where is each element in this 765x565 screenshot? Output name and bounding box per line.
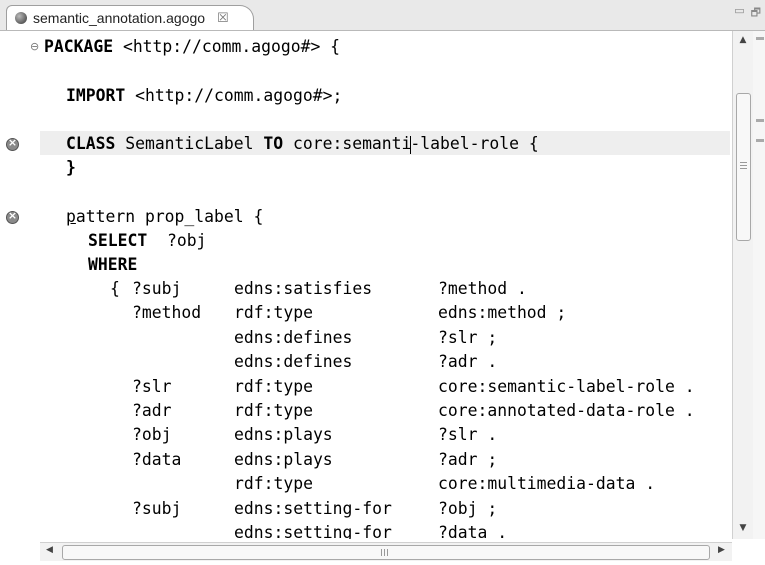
triple-predicate: rdf:type <box>234 474 313 494</box>
triple-object: ?adr . <box>438 352 498 372</box>
scroll-down-icon[interactable]: ▼ <box>733 523 753 533</box>
triple-subject: ?obj <box>132 425 172 445</box>
triple-object: ?obj ; <box>438 498 498 518</box>
code-line-select: SELECT ?obj <box>88 231 207 250</box>
triple-subject: ?subj <box>132 498 182 518</box>
scroll-up-icon[interactable]: ▲ <box>733 35 753 45</box>
triple-predicate: edns:setting-for <box>234 498 392 518</box>
grip-icon <box>740 162 747 163</box>
vertical-scroll-thumb[interactable] <box>736 93 751 241</box>
horizontal-scrollbar[interactable]: ◀ ▶ <box>40 542 732 561</box>
overview-ruler[interactable] <box>753 31 765 539</box>
triple-predicate: edns:plays <box>234 425 333 445</box>
code-line-class-close: } <box>66 158 76 177</box>
code-line-pattern: pattern prop_label { <box>66 207 264 226</box>
triple-open-brace: { <box>110 279 130 298</box>
triple-subject: ?subj <box>132 279 182 298</box>
triple-subject: ?slr <box>132 376 172 396</box>
code-line-package: PACKAGE <http://comm.agogo#> { <box>44 37 341 56</box>
code-line-import: IMPORT <http://comm.agogo#>; <box>66 86 343 105</box>
fold-collapse-icon[interactable]: ⊖ <box>30 40 39 53</box>
triple-object: ?data . <box>438 523 508 539</box>
overview-marker[interactable] <box>756 119 764 122</box>
code-line-where: WHERE <box>88 255 138 274</box>
scroll-right-icon[interactable]: ▶ <box>718 545 725 555</box>
editor-tab-bar: semantic_annotation.agogo ☒ ▭ 🗗 <box>0 0 765 31</box>
triple-object: core:multimedia-data . <box>438 474 656 494</box>
error-marker-icon[interactable] <box>6 136 19 151</box>
code-editor[interactable]: ⊖ PACKAGE <http://comm.agogo#> { IMPORT … <box>0 31 730 539</box>
triple-subject: ?method <box>132 303 202 323</box>
error-marker-icon[interactable] <box>6 209 19 224</box>
triple-object: edns:method ; <box>438 303 567 323</box>
vertical-scrollbar[interactable]: ▲ ▼ <box>732 31 753 539</box>
triple-predicate: edns:defines <box>234 352 353 372</box>
triple-object: ?method . <box>438 279 527 298</box>
triple-predicate: edns:plays <box>234 449 333 469</box>
minimize-icon[interactable]: ▭ <box>734 4 744 23</box>
triple-object: ?slr . <box>438 425 498 445</box>
triple-object: core:annotated-data-role . <box>438 401 695 420</box>
triple-object: ?adr ; <box>438 449 498 469</box>
triple-subject: ?data <box>132 449 182 469</box>
triple-predicate: edns:satisfies <box>234 279 373 298</box>
triple-object: ?slr ; <box>438 327 498 347</box>
maximize-icon[interactable]: 🗗 <box>751 4 761 23</box>
window-controls: ▭ 🗗 <box>734 4 761 23</box>
scroll-left-icon[interactable]: ◀ <box>46 545 53 555</box>
tab-semantic-annotation[interactable]: semantic_annotation.agogo ☒ <box>6 5 254 30</box>
code-line-class: CLASS SemanticLabel TO core:semanti-labe… <box>66 134 539 154</box>
triple-predicate: edns:defines <box>234 327 353 347</box>
horizontal-scroll-thumb[interactable] <box>62 545 710 560</box>
overview-marker[interactable] <box>756 139 764 142</box>
tab-label: semantic_annotation.agogo <box>33 10 206 26</box>
grip-icon <box>381 549 382 556</box>
editor-window: semantic_annotation.agogo ☒ ▭ 🗗 ⊖ PACKAG… <box>0 0 765 565</box>
triple-predicate: rdf:type <box>234 401 313 420</box>
triple-predicate: rdf:type <box>234 303 313 323</box>
triple-predicate: rdf:type <box>234 376 313 396</box>
overview-marker[interactable] <box>756 37 764 40</box>
close-icon[interactable]: ☒ <box>217 11 229 26</box>
source-file-icon <box>15 12 27 24</box>
triple-subject: ?adr <box>132 401 172 420</box>
triple-predicate: edns:setting-for <box>234 523 392 539</box>
triple-object: core:semantic-label-role . <box>438 376 695 396</box>
